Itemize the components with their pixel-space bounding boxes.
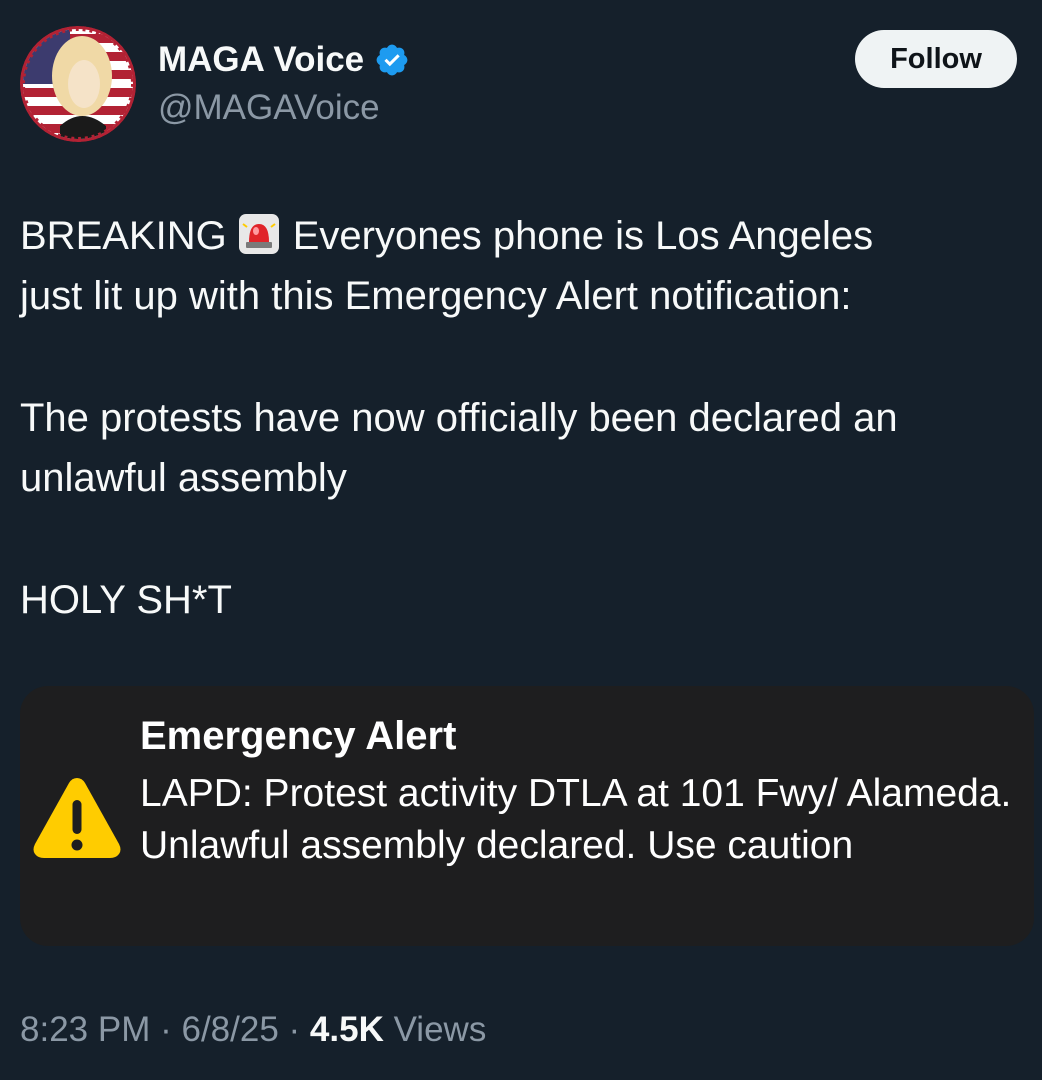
tweet-text-line-2: just lit up with this Emergency Alert no…	[20, 274, 852, 318]
author-name[interactable]: MAGA Voice	[158, 40, 410, 80]
tweet-view: MAGA Voice @MAGAVoice Follow BREAKING Ev…	[0, 0, 1042, 1080]
author-handle[interactable]: @MAGAVoice	[158, 88, 380, 128]
views-count[interactable]: 4.5K	[310, 1010, 384, 1049]
tweet-text-line-3: The protests have now officially been de…	[20, 396, 898, 440]
tweet-text-line-4: unlawful assembly	[20, 456, 347, 500]
tweet-meta: 8:23 PM · 6/8/25 · 4.5K Views	[20, 1010, 486, 1050]
warning-icon	[30, 772, 124, 862]
author-name-text: MAGA Voice	[158, 40, 365, 79]
tweet-time[interactable]: 8:23 PM	[20, 1010, 150, 1049]
tweet-text-line-5: HOLY SH*T	[20, 578, 232, 622]
tweet-date[interactable]: 6/8/25	[181, 1010, 278, 1049]
avatar-image	[20, 26, 136, 142]
meta-separator: ·	[160, 1010, 172, 1049]
verified-badge-icon	[374, 42, 410, 78]
tweet-text-line-1-rest: Everyones phone is Los Angeles	[292, 214, 874, 258]
breaking-label: BREAKING	[20, 214, 227, 258]
meta-separator: ·	[288, 1010, 301, 1049]
emergency-alert-card[interactable]: Emergency Alert LAPD: Protest activity D…	[20, 686, 1034, 946]
views-label: Views	[393, 1010, 487, 1049]
tweet-text-line-1: BREAKING Everyones phone is Los Angeles	[20, 206, 1025, 266]
alert-body: LAPD: Protest activity DTLA at 101 Fwy/ …	[140, 772, 1012, 867]
alert-title: Emergency Alert	[140, 714, 457, 758]
avatar[interactable]	[20, 26, 136, 142]
follow-button[interactable]: Follow	[855, 30, 1017, 88]
rotating-light-icon	[237, 212, 281, 256]
